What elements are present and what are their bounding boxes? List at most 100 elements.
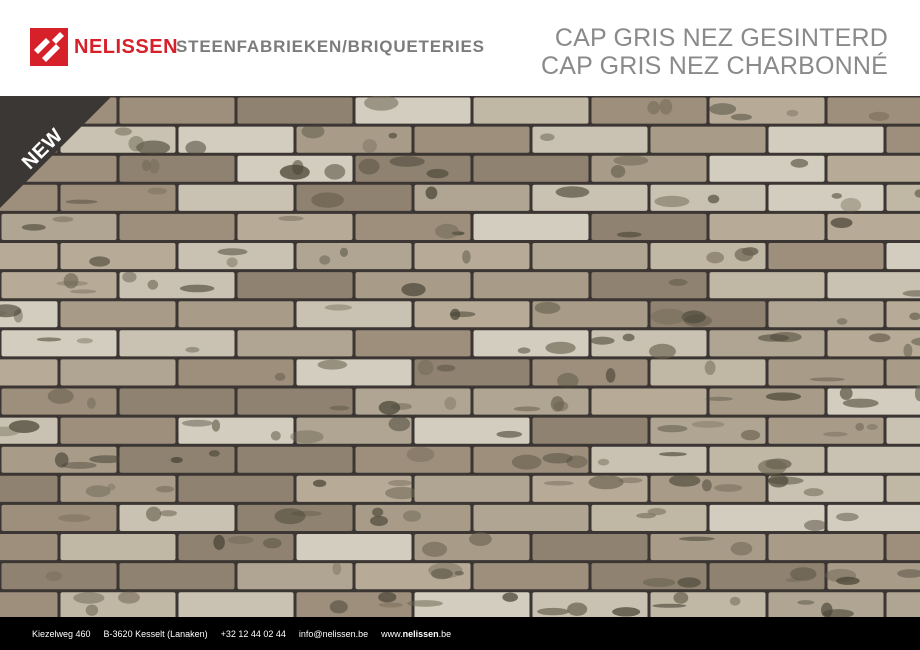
header: NELISSEN STEENFABRIEKEN/BRIQUETERIES CAP…: [0, 0, 920, 96]
brick: [473, 446, 589, 473]
brick: [709, 272, 825, 299]
brick: [709, 330, 825, 357]
brick: [178, 126, 294, 156]
brick: [0, 126, 58, 153]
brick: [178, 475, 294, 502]
brick: [237, 562, 353, 590]
brick: [1, 97, 117, 124]
brick: [237, 272, 353, 299]
brick: [709, 97, 825, 124]
brick: [1, 272, 117, 299]
brick: [355, 562, 471, 590]
brick: [650, 243, 766, 270]
brick: [886, 184, 920, 211]
brick: [532, 417, 648, 444]
brick: [591, 563, 707, 590]
brick: [296, 301, 412, 328]
brick: [827, 272, 920, 299]
brick: [296, 475, 419, 502]
brand-name: NELISSEN: [74, 36, 179, 58]
brick: [237, 155, 353, 182]
brick-wall-swatch-icon: [0, 96, 920, 617]
footer-website[interactable]: www.nelissen.be: [381, 629, 451, 639]
brick: [0, 301, 58, 328]
brick: [0, 417, 58, 444]
brick: [473, 504, 589, 531]
brick: [591, 272, 707, 299]
brick: [0, 359, 58, 386]
brick: [119, 504, 235, 531]
brick: [414, 184, 530, 211]
brick: [119, 563, 235, 590]
footer-email[interactable]: info@nelissen.be: [299, 629, 368, 639]
brick: [650, 417, 766, 444]
brick: [119, 388, 235, 415]
brick: [1, 504, 117, 531]
brick: [473, 563, 589, 590]
brick: [60, 184, 176, 211]
brick: [886, 359, 920, 386]
brick: [414, 532, 530, 561]
product-title: CAP GRIS NEZ GESINTERD CAP GRIS NEZ CHAR…: [541, 24, 888, 80]
brick: [1, 563, 117, 590]
footer-web-domain: nelissen: [402, 628, 439, 639]
brick: [355, 155, 471, 182]
brick: [709, 155, 825, 182]
brick: [768, 474, 884, 502]
brick: [296, 243, 412, 270]
brick: [827, 97, 920, 124]
brick: [473, 388, 589, 415]
brick: [355, 330, 471, 357]
brick: [60, 301, 176, 328]
brick: [768, 184, 884, 213]
brick: [768, 243, 884, 270]
brick: [414, 126, 530, 153]
brick: [119, 271, 235, 299]
brick: [178, 417, 294, 444]
brick: [591, 213, 707, 240]
brick: [296, 184, 412, 211]
brick: [237, 330, 353, 357]
brick: [709, 504, 827, 531]
brick: [1, 213, 117, 240]
brick: [532, 592, 648, 617]
brick: [119, 446, 235, 473]
brick: [355, 388, 471, 415]
brick: [60, 591, 176, 617]
brick: [60, 359, 176, 386]
brick: [532, 301, 648, 328]
brick: [709, 446, 825, 476]
brick: [827, 213, 920, 240]
brick: [414, 417, 530, 444]
brick: [0, 155, 117, 182]
brick: [886, 534, 920, 561]
brick: [237, 97, 353, 124]
brick: [414, 243, 530, 270]
brick: [650, 534, 766, 561]
brick: [827, 504, 920, 531]
brick: [60, 243, 176, 270]
brick: [591, 504, 707, 531]
brick: [591, 97, 707, 124]
brick: [178, 359, 294, 386]
footer-web-suffix: .be: [438, 628, 452, 639]
brick: [119, 155, 235, 182]
brick: [768, 359, 884, 386]
footer-city: B-3620 Kesselt (Lanaken): [103, 628, 208, 639]
footer-web-prefix: www.: [381, 628, 403, 639]
brick: [650, 184, 766, 211]
brick: [414, 475, 530, 502]
brick: [650, 301, 766, 328]
brick-wall-image: [0, 96, 920, 617]
brick: [414, 301, 530, 328]
brick: [0, 184, 58, 211]
brick: [650, 474, 766, 502]
brick: [709, 213, 825, 240]
brick: [407, 592, 530, 617]
brick: [827, 155, 920, 182]
brick: [768, 592, 884, 617]
brick: [178, 592, 294, 617]
brick: [296, 592, 412, 617]
brick: [178, 184, 294, 211]
brick: [0, 243, 58, 270]
